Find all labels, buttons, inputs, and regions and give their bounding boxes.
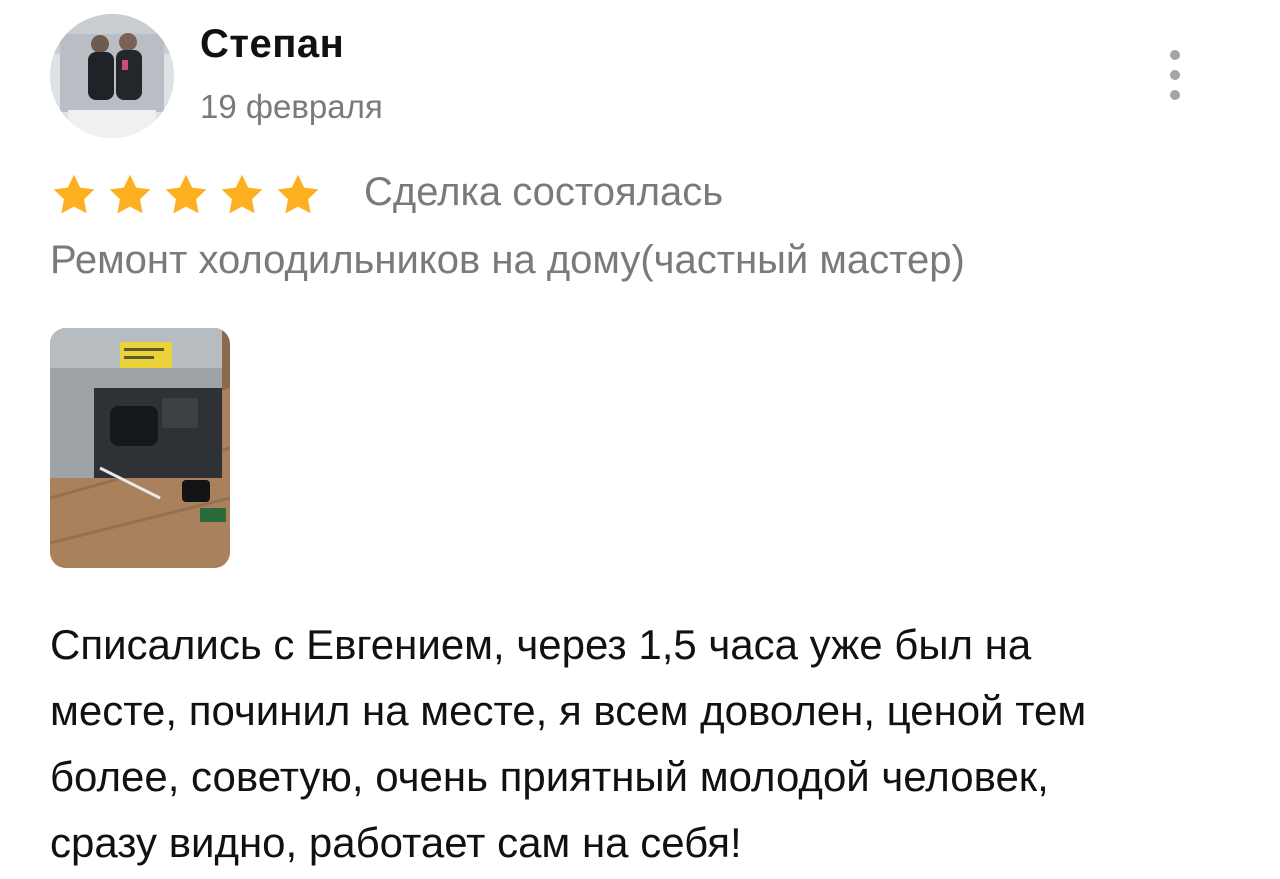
menu-dot [1170, 50, 1180, 60]
menu-dot [1170, 70, 1180, 80]
deal-status: Сделка состоялась [364, 170, 724, 214]
star-icon [277, 174, 319, 214]
review-text-line: более, советую, очень приятный молодой ч… [50, 753, 1049, 800]
author-name[interactable]: Степан [200, 22, 344, 67]
review-text-line: Списались с Евгением, через 1,5 часа уже… [50, 621, 1032, 668]
menu-dot [1170, 90, 1180, 100]
service-title[interactable]: Ремонт холодильников на дому(частный мас… [50, 238, 965, 283]
star-rating [50, 170, 330, 220]
review-text: Списались с Евгением, через 1,5 часа уже… [50, 612, 1240, 876]
star-icon [221, 174, 263, 214]
more-vertical-icon[interactable] [1160, 50, 1190, 100]
author-avatar[interactable] [50, 14, 174, 138]
review-text-line: месте, починил на месте, я всем доволен,… [50, 687, 1087, 734]
review-photo[interactable] [50, 328, 230, 568]
star-icon [53, 174, 95, 214]
star-icon [109, 174, 151, 214]
review-text-line: сразу видно, работает сам на себя! [50, 819, 742, 866]
review-date: 19 февраля [200, 88, 383, 125]
avatar-photo [50, 14, 174, 138]
star-icon [165, 174, 207, 214]
fridge-repair-photo [50, 328, 230, 568]
